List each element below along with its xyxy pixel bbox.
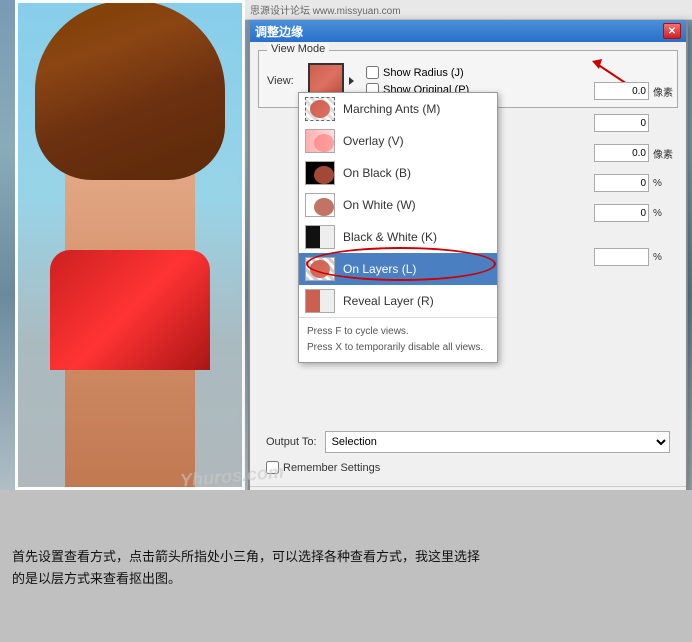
overlay-label: Overlay (V)	[343, 134, 404, 148]
bottom-text-area: 首先设置查看方式，点击箭头所指处小三角，可以选择各种查看方式，我这里选择 的是以…	[0, 490, 692, 642]
view-label: View:	[267, 75, 302, 87]
radius-input[interactable]	[594, 82, 649, 100]
remember-settings-label: Remember Settings	[283, 462, 380, 474]
feather-input[interactable]	[594, 144, 649, 162]
control-row-4: %	[563, 204, 678, 222]
menu-item-overlay[interactable]: Overlay (V)	[299, 125, 497, 157]
menu-hint: Press F to cycle views. Press X to tempo…	[299, 317, 497, 362]
forum-header: 思源设计论坛 www.missyuan.com	[245, 0, 692, 20]
sliders-group: 像素 % %	[563, 114, 678, 228]
on-white-icon	[305, 193, 335, 217]
menu-hint-line2: Press X to temporarily disable all views…	[307, 340, 489, 356]
bottom-text-line1: 首先设置查看方式，点击箭头所指处小三角，可以选择各种查看方式，我这里选择	[12, 546, 680, 568]
menu-item-on-layers[interactable]: On Layers (L)	[299, 253, 497, 285]
control-row-1	[563, 114, 678, 132]
marching-ants-label: Marching Ants (M)	[343, 102, 440, 116]
show-radius-checkbox[interactable]	[366, 66, 379, 79]
output-select[interactable]: Selection Layer Mask New Layer	[325, 431, 670, 453]
smooth-input[interactable]	[594, 114, 649, 132]
menu-item-on-white[interactable]: On White (W)	[299, 189, 497, 221]
shift-input[interactable]	[594, 204, 649, 222]
overlay-icon	[305, 129, 335, 153]
on-white-label: On White (W)	[343, 198, 416, 212]
reveal-layer-label: Reveal Layer (R)	[343, 294, 434, 308]
black-white-label: Black & White (K)	[343, 230, 437, 244]
remember-settings-checkbox[interactable]	[266, 461, 279, 474]
bottom-text-line2: 的是以层方式来查看抠出图。	[12, 568, 680, 590]
menu-item-reveal-layer[interactable]: Reveal Layer (R)	[299, 285, 497, 317]
marching-ants-icon	[305, 97, 335, 121]
show-radius-label: Show Radius (J)	[383, 67, 464, 79]
on-layers-label: On Layers (L)	[343, 262, 416, 276]
contrast-unit: %	[653, 178, 678, 189]
dialog-titlebar: 调整边缘 ✕	[250, 20, 686, 42]
forum-url: 思源设计论坛 www.missyuan.com	[250, 2, 401, 17]
decontaminate-unit: %	[653, 252, 678, 263]
on-layers-icon	[305, 257, 335, 281]
feather-unit: 像素	[653, 146, 678, 161]
view-dropdown-arrow[interactable]	[349, 77, 354, 85]
percent-row: %	[563, 248, 678, 266]
reveal-layer-icon	[305, 289, 335, 313]
menu-item-marching-ants[interactable]: Marching Ants (M)	[299, 93, 497, 125]
contrast-input[interactable]	[594, 174, 649, 192]
dialog-title: 调整边缘	[255, 23, 303, 40]
dialog-close-button[interactable]: ✕	[663, 23, 681, 39]
dialog-body: View Mode View: Show Radius (J)	[250, 42, 686, 486]
decontaminate-input[interactable]	[594, 248, 649, 266]
radius-control-row: 像素	[563, 82, 678, 100]
menu-hint-line1: Press F to cycle views.	[307, 324, 489, 340]
output-label: Output To:	[266, 436, 317, 448]
on-black-icon	[305, 161, 335, 185]
show-radius-row: Show Radius (J)	[366, 66, 469, 79]
menu-item-on-black[interactable]: On Black (B)	[299, 157, 497, 189]
radius-unit: 像素	[653, 84, 678, 99]
remember-row: Remember Settings	[266, 461, 670, 474]
shift-unit: %	[653, 208, 678, 219]
on-black-label: On Black (B)	[343, 166, 411, 180]
view-mode-dropdown: Marching Ants (M) Overlay (V) On Black (…	[298, 92, 498, 363]
adjust-edge-dialog: 调整边缘 ✕ View Mode View:	[248, 20, 688, 525]
right-controls: 像素 像素 % %	[563, 82, 678, 272]
black-white-icon	[305, 225, 335, 249]
control-row-3: %	[563, 174, 678, 192]
menu-item-black-white[interactable]: Black & White (K)	[299, 221, 497, 253]
output-section: Output To: Selection Layer Mask New Laye…	[258, 427, 678, 478]
view-mode-label: View Mode	[267, 43, 329, 55]
control-row-2: 像素	[563, 144, 678, 162]
output-row: Output To: Selection Layer Mask New Laye…	[266, 431, 670, 453]
